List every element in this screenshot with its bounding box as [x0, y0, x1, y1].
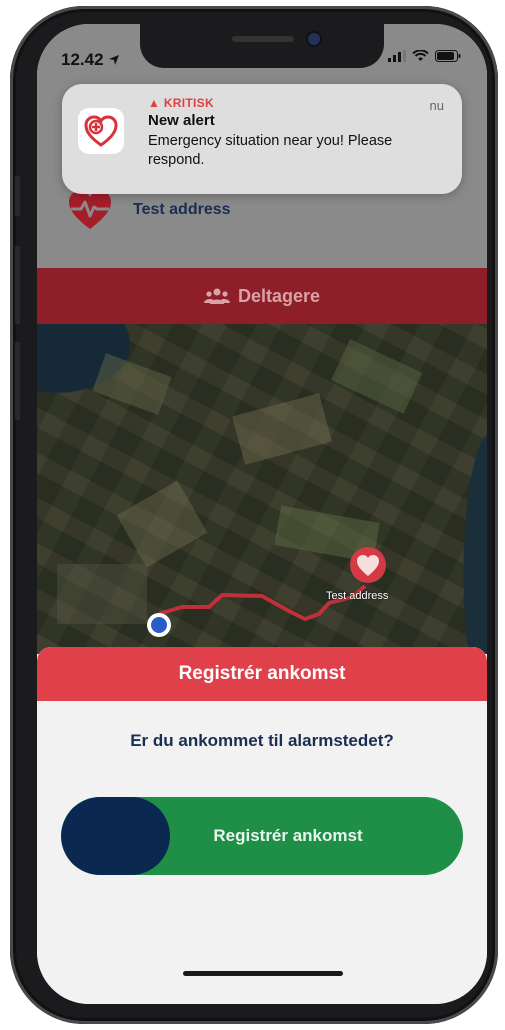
status-time: 12.42 [61, 50, 120, 70]
push-notification[interactable]: ▲ KRITISK New alert Emergency situation … [62, 84, 462, 194]
wifi-icon [412, 50, 429, 61]
notch [140, 24, 384, 68]
screen: 12.42 Test address Deltagere Test addres… [37, 24, 487, 1004]
critical-alert-label: ▲ KRITISK [148, 96, 214, 110]
home-indicator[interactable] [183, 971, 343, 976]
status-icons [388, 50, 461, 62]
map-destination-label: Test address [326, 590, 389, 602]
sheet-header: Registrér ankomst [37, 647, 487, 701]
map-overlay [57, 339, 423, 637]
sheet-title: Registrér ankomst [178, 663, 346, 684]
heart-pin-icon[interactable] [350, 547, 386, 583]
tab-participants-label: Deltagere [237, 285, 321, 306]
volume-down-button [15, 342, 20, 420]
cellular-signal-icon [388, 50, 406, 62]
volume-up-button [15, 246, 20, 324]
notification-title: New alert [148, 112, 215, 129]
register-arrival-slider[interactable]: Registrér ankomst [61, 797, 463, 875]
mute-switch [15, 176, 20, 216]
arrival-sheet: Registrér ankomst Er du ankommet til ala… [37, 647, 487, 1004]
slider-handle[interactable] [61, 797, 170, 875]
warning-icon: ▲ [148, 96, 164, 110]
tab-participants[interactable]: Deltagere [37, 268, 487, 324]
notification-body: Emergency situation near you! Please res… [148, 133, 393, 168]
people-icon [203, 288, 230, 304]
heart-cross-icon [84, 115, 118, 147]
location-arrow-icon [109, 55, 120, 65]
arrival-question: Er du ankommet til alarmstedet? [130, 731, 394, 750]
app-icon [78, 108, 124, 154]
battery-icon [435, 50, 461, 62]
front-camera [308, 33, 320, 45]
slider-label: Registrér ankomst [213, 826, 363, 845]
notification-time: nu [429, 98, 444, 113]
speaker [232, 36, 294, 42]
alarm-address: Test address [133, 201, 231, 218]
alarm-address-row: Test address [67, 189, 231, 231]
current-location-dot[interactable] [147, 613, 171, 637]
heart-pulse-icon [69, 191, 111, 229]
map-view[interactable]: Test address [37, 324, 487, 654]
